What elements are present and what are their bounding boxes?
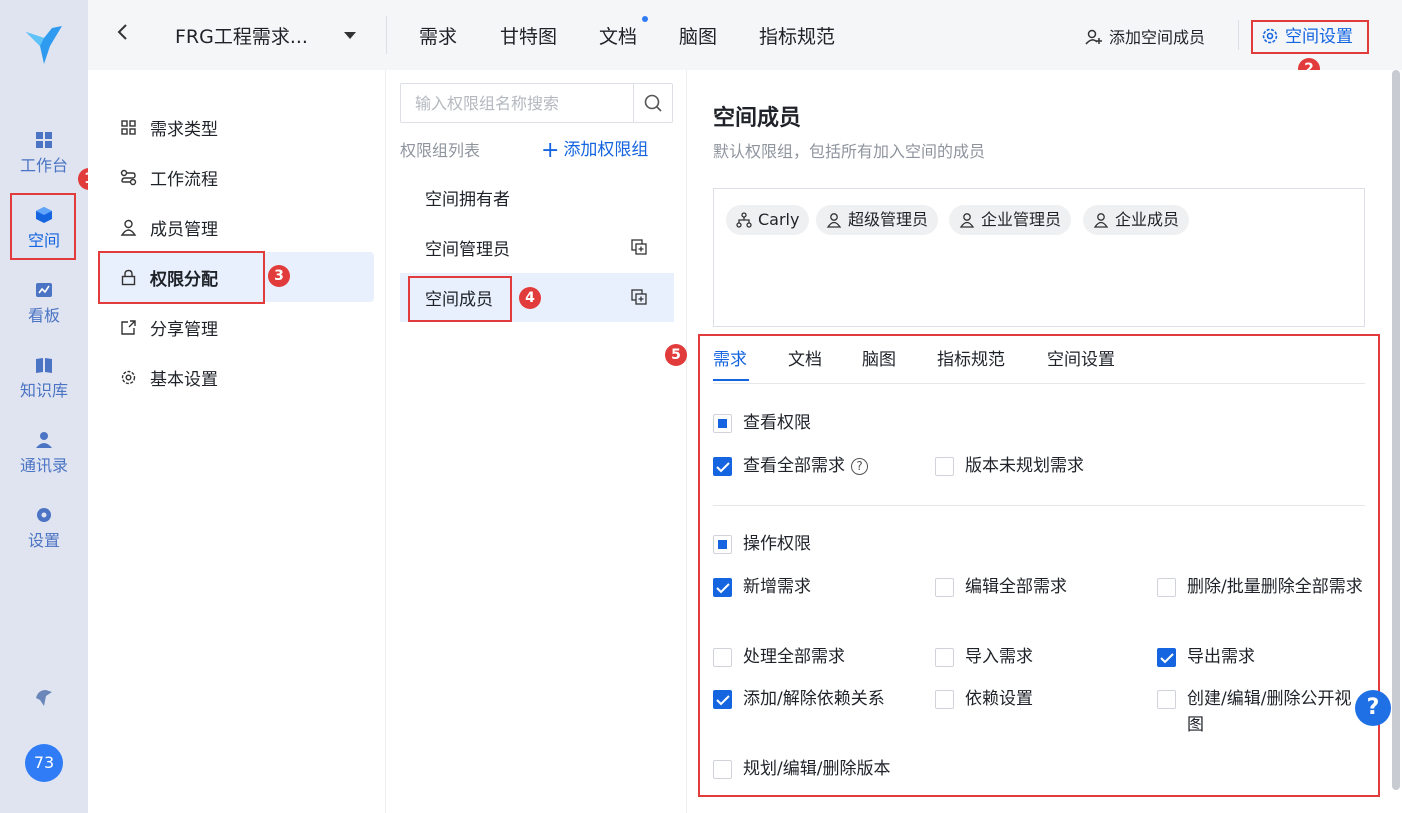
rail-item-contacts[interactable]: 通讯录 [0,430,88,490]
member-list[interactable]: Carly 超级管理员 企业管理员 企业成员 [713,188,1365,327]
org-tree-icon [736,212,752,228]
annotation-box-3 [98,251,265,304]
member-tag-label: 超级管理员 [848,210,929,229]
gear-icon [121,370,136,385]
annotation-box-4 [408,276,512,322]
user-icon [826,213,842,228]
tab-mindmap[interactable]: 脑图 [679,22,717,49]
tab-requirements[interactable]: 需求 [419,22,457,49]
rail-item-workbench[interactable]: 工作台 [0,130,88,190]
annotation-badge-4: 4 [519,287,541,309]
book-icon [36,358,52,373]
annotation-box-5 [698,334,1380,797]
user-icon [1093,213,1109,228]
space-settings-button[interactable]: 空间设置 [1251,20,1369,54]
tab-metrics[interactable]: 指标规范 [759,22,835,49]
back-button[interactable] [116,22,140,48]
member-tag-label: Carly [758,210,800,229]
header-divider [386,16,387,54]
left-rail: 工作台 空间 看板 知识库 通讯录 设置 73 [0,0,88,813]
menu-item-label: 基本设置 [150,370,218,390]
add-member-label: 添加空间成员 [1109,28,1206,47]
avatar[interactable]: 73 [25,744,63,782]
bird-icon[interactable] [32,686,56,710]
add-user-icon [1085,29,1102,45]
group-item-label: 空间管理员 [425,240,510,260]
menu-item-label: 分享管理 [150,320,218,340]
user-icon [959,213,975,228]
group-item-owner[interactable]: 空间拥有者 [400,173,674,222]
menu-item-basic-settings[interactable]: 基本设置 [98,352,374,402]
search-icon [644,94,662,112]
group-item-label: 空间拥有者 [425,190,510,210]
rail-label: 工作台 [19,156,68,175]
chevron-left-icon [117,24,127,40]
group-item-admin[interactable]: 空间管理员 [400,223,674,272]
detail-subtitle: 默认权限组，包括所有加入空间的成员 [713,142,986,161]
member-tag-label: 企业管理员 [981,210,1062,229]
copy-icon[interactable] [630,288,648,306]
caret-down-icon[interactable] [344,32,356,40]
external-link-icon [121,320,136,335]
gear-icon [1262,28,1278,44]
tab-gantt[interactable]: 甘特图 [500,22,557,49]
menu-item-label: 需求类型 [150,120,218,140]
annotation-box-1 [10,193,76,260]
member-tag[interactable]: 企业管理员 [949,205,1072,235]
menu-item-share-management[interactable]: 分享管理 [98,302,374,352]
group-list-title: 权限组列表 [400,141,481,160]
app-logo-icon [26,26,62,64]
detail-title: 空间成员 [713,106,802,131]
dashboard-icon [36,132,52,148]
gear-icon [37,508,51,522]
rail-label: 设置 [27,531,60,550]
annotation-badge-3: 3 [268,265,290,287]
menu-item-requirement-types[interactable]: 需求类型 [98,102,374,152]
settings-menu: 需求类型 工作流程 成员管理 权限分配 分享管理 基本设置 [88,70,386,813]
notification-dot [642,16,648,22]
rail-label: 看板 [27,306,60,325]
chart-board-icon [36,283,52,297]
rail-item-knowledge[interactable]: 知识库 [0,355,88,415]
menu-item-workflow[interactable]: 工作流程 [98,152,374,202]
rail-item-board[interactable]: 看板 [0,280,88,340]
copy-icon[interactable] [630,238,648,256]
member-tag[interactable]: Carly [726,205,810,235]
rail-label: 通讯录 [19,456,68,475]
grid-icon [121,120,136,135]
search-button[interactable] [633,84,672,122]
top-header: FRG工程需求... 需求 甘特图 文档 脑图 指标规范 添加空间成员 空间设置 [88,0,1402,70]
group-search [400,83,673,123]
add-member-button[interactable]: 添加空间成员 [1085,24,1205,48]
annotation-badge-5: 5 [665,344,687,366]
tab-docs[interactable]: 文档 [599,22,637,49]
group-search-input[interactable] [401,84,633,122]
add-group-button[interactable]: + 添加权限组 [541,135,648,163]
menu-item-label: 工作流程 [150,170,218,190]
member-tag[interactable]: 企业成员 [1083,205,1190,235]
rail-item-settings[interactable]: 设置 [0,505,88,565]
header-divider [1238,20,1239,50]
space-settings-label: 空间设置 [1285,27,1353,47]
menu-item-member-management[interactable]: 成员管理 [98,202,374,252]
member-tag-label: 企业成员 [1115,210,1180,229]
add-group-label: 添加权限组 [563,140,649,160]
permission-group-panel: 权限组列表 +添加权限组 空间拥有者 空间管理员 空间成员 [387,70,687,813]
space-name[interactable]: FRG工程需求... [175,22,308,49]
plus-icon: + [541,138,560,163]
member-tag[interactable]: 超级管理员 [816,205,939,235]
help-button[interactable]: ? [1355,690,1391,726]
rail-label: 知识库 [19,381,68,400]
scrollbar[interactable] [1392,70,1400,790]
user-icon [120,219,137,236]
menu-item-label: 成员管理 [150,220,218,240]
workflow-icon [120,169,137,186]
contacts-icon [36,432,52,448]
